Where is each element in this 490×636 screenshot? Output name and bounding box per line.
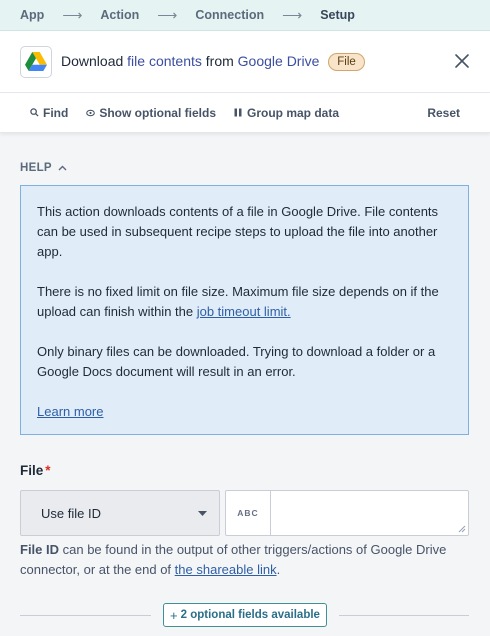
shareable-link[interactable]: the shareable link: [175, 562, 277, 577]
google-drive-icon: [20, 45, 52, 78]
optional-fields-label: 2 optional fields available: [180, 609, 320, 621]
file-mode-select[interactable]: Use file ID: [20, 490, 220, 536]
title-mid: from: [201, 52, 238, 69]
job-timeout-link[interactable]: job timeout limit.: [197, 304, 291, 319]
divider-left: [20, 615, 151, 616]
arrow-right-icon: ⟶: [282, 6, 303, 23]
help-heading: HELP: [20, 162, 52, 174]
breadcrumb-step-action[interactable]: Action: [100, 8, 139, 22]
plus-icon: +: [170, 607, 178, 623]
file-id-value[interactable]: [271, 491, 468, 535]
toolbar: Find Show optional fields Group map data…: [0, 93, 490, 133]
page-title: Download file contents from Google Drive…: [61, 52, 365, 71]
file-mode-value: Use file ID: [41, 505, 101, 521]
file-field-hint: File ID can be found in the output of ot…: [20, 540, 470, 580]
close-icon[interactable]: [454, 53, 470, 69]
file-field-label: File *: [20, 463, 51, 478]
caret-down-icon: [198, 511, 207, 516]
show-optional-fields-button[interactable]: Show optional fields: [86, 106, 216, 120]
chevron-up-icon: [58, 165, 67, 171]
group-icon: [234, 108, 242, 117]
group-map-data-button[interactable]: Group map data: [234, 106, 339, 120]
breadcrumb: App ⟶ Action ⟶ Connection ⟶ Setup: [0, 0, 490, 31]
find-label: Find: [43, 105, 69, 120]
help-panel: This action downloads contents of a file…: [20, 185, 469, 435]
title-object: file contents: [127, 52, 202, 69]
text-type-tag: ABC: [226, 491, 271, 535]
group-map-label: Group map data: [247, 105, 340, 120]
optional-fields-button[interactable]: + 2 optional fields available: [163, 603, 327, 627]
breadcrumb-step-setup[interactable]: Setup: [320, 8, 355, 22]
breadcrumb-step-connection[interactable]: Connection: [195, 8, 264, 22]
eye-icon: [86, 109, 96, 116]
help-paragraph-2: There is no fixed limit on file size. Ma…: [37, 282, 452, 322]
reset-label: Reset: [427, 105, 460, 120]
divider-right: [339, 615, 469, 616]
file-badge: File: [328, 52, 365, 71]
help-toggle[interactable]: HELP: [20, 162, 67, 174]
arrow-right-icon: ⟶: [62, 6, 83, 23]
hint-end: .: [276, 562, 281, 577]
title-app: Google Drive: [237, 52, 320, 69]
learn-more-link[interactable]: Learn more: [37, 404, 103, 419]
help-paragraph-3: Only binary files can be downloaded. Try…: [37, 344, 436, 379]
hint-bold: File ID: [20, 542, 60, 557]
arrow-right-icon: ⟶: [157, 6, 178, 23]
resize-handle-icon[interactable]: [458, 525, 466, 533]
help-paragraph-1: This action downloads contents of a file…: [37, 204, 439, 259]
step-header: Download file contents from Google Drive…: [0, 31, 490, 93]
breadcrumb-step-app[interactable]: App: [20, 8, 44, 22]
required-marker: *: [45, 463, 51, 478]
show-optional-label: Show optional fields: [99, 105, 216, 120]
find-button[interactable]: Find: [30, 106, 68, 120]
reset-button[interactable]: Reset: [427, 106, 460, 120]
title-prefix: Download: [61, 52, 128, 69]
file-id-input[interactable]: ABC: [225, 490, 469, 536]
file-label-text: File: [20, 463, 44, 478]
search-icon: [30, 108, 39, 117]
